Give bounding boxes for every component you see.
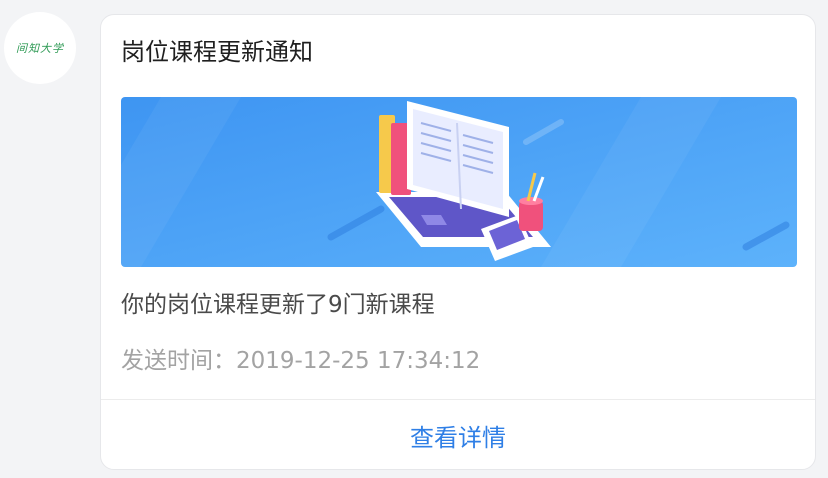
view-details-button[interactable]: 查看详情 xyxy=(101,400,815,469)
notification-message: 你的岗位课程更新了9门新课程 xyxy=(121,292,435,318)
laptop-book-illustration xyxy=(121,97,797,267)
notification-card: 岗位课程更新通知 你的岗位课程更新了9门新课程 发送时间：2019-12-25 … xyxy=(100,14,816,470)
avatar[interactable]: 间知大学 xyxy=(4,12,76,84)
avatar-logo-text: 间知大学 xyxy=(16,42,64,55)
send-time: 发送时间：2019-12-25 17:34:12 xyxy=(121,348,481,374)
card-title: 岗位课程更新通知 xyxy=(121,38,313,66)
banner-image xyxy=(121,97,797,267)
